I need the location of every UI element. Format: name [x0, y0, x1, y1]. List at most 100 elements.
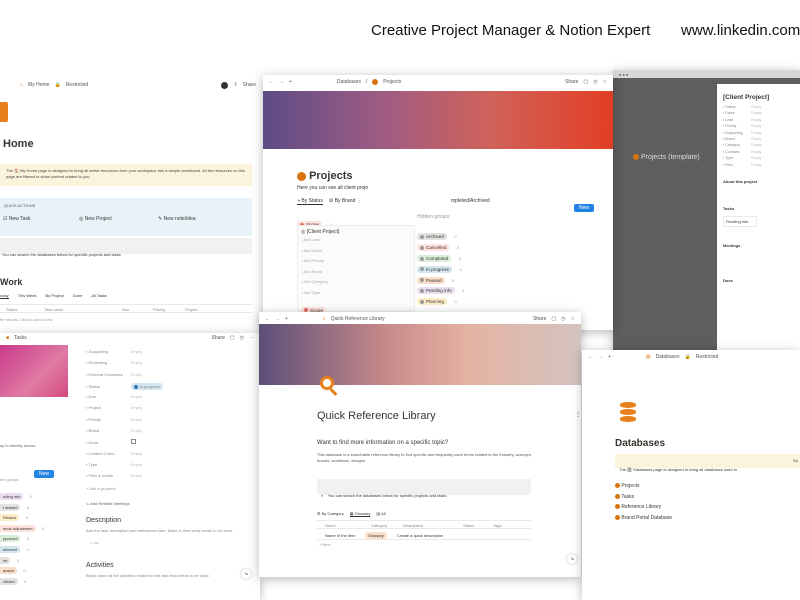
database-item[interactable]: Reference Library — [615, 504, 672, 515]
task-group-row[interactable]: elivered 0 — [0, 538, 44, 553]
col-category[interactable]: Category — [371, 523, 387, 528]
template-prop-row[interactable]: ▪ Files Empty — [723, 163, 794, 169]
avatar[interactable] — [221, 81, 229, 89]
comment-icon[interactable]: ▢ — [230, 335, 235, 341]
list-item[interactable]: • List — [90, 540, 99, 545]
task-prop-row[interactable]: ▪ Reviewing Empty — [86, 360, 256, 371]
breadcrumb-projects[interactable]: Projects — [383, 79, 401, 85]
tab-all[interactable]: ▤ All — [376, 511, 385, 517]
breadcrumb-restricted[interactable]: Restricted — [696, 354, 719, 360]
share-button[interactable]: Share — [565, 79, 578, 85]
action-new-project[interactable]: ◎ New Project — [79, 216, 112, 222]
col-name[interactable]: Name — [325, 523, 336, 528]
task-prop-row[interactable]: ▪ Files & media Empty — [86, 473, 256, 484]
database-item[interactable]: Tasks — [615, 494, 672, 505]
comment-icon[interactable]: ▢ — [583, 79, 588, 85]
task-group-row[interactable]: eeds Adjustment 0 — [0, 517, 44, 532]
tab-by-category[interactable]: ⚙ By Category — [317, 511, 344, 517]
action-new-task[interactable]: ☑ New Task — [3, 216, 30, 222]
hidden-group-row[interactable]: Completed 0 — [417, 247, 464, 262]
hidden-group-row[interactable]: In progress 0 — [417, 258, 464, 273]
forward-icon[interactable]: → — [275, 316, 280, 322]
clock-icon[interactable]: ◷ — [240, 335, 244, 341]
view-by-brand[interactable]: ⚙ By Brand ⋮ — [329, 198, 362, 205]
col-task-name[interactable]: Task name — [44, 307, 63, 312]
share-button[interactable]: Share — [533, 316, 546, 322]
tab-done[interactable]: Done — [73, 293, 83, 299]
more-icon[interactable]: ⋯ — [249, 335, 254, 341]
resize-icon[interactable]: ↘ — [241, 569, 251, 579]
clock-icon[interactable]: ◷ — [561, 316, 565, 322]
tab-by-project[interactable]: By Project — [46, 293, 64, 299]
task-prop-row[interactable]: ▪ Project Empty — [86, 405, 256, 416]
breadcrumb-databases[interactable]: Databases — [656, 354, 680, 360]
hidden-group-row[interactable]: Archived 0 — [417, 225, 464, 240]
library-search-box[interactable]: ⌕ You can search the databases below for… — [317, 479, 531, 498]
resize-icon[interactable]: ↘ — [567, 554, 577, 564]
action-new-note[interactable]: ✎ New note/idea — [158, 216, 196, 222]
tasks-new-button[interactable]: New — [34, 462, 55, 480]
hidden-group-row[interactable]: Pending info 0 — [417, 279, 464, 295]
card-prop[interactable]: ▫ Add Lead — [301, 235, 411, 246]
task-group-row[interactable]: t started 0 — [0, 496, 44, 511]
share-button[interactable]: Share — [212, 335, 225, 341]
task-prop-row[interactable]: ▪ Supporting Empty — [86, 349, 256, 360]
task-prop-row[interactable]: ▪ Type Empty — [86, 462, 256, 473]
add-icon[interactable]: + — [285, 316, 288, 322]
col-project[interactable]: Project — [185, 307, 197, 312]
task-prop-row[interactable]: ▪ External Contractor Empty — [86, 372, 256, 383]
col-due[interactable]: Due — [122, 307, 129, 312]
task-group-row[interactable]: Review 0 — [0, 506, 44, 522]
view-archived[interactable]: mpleted/Archived — [451, 198, 490, 204]
forward-icon[interactable]: → — [598, 354, 603, 360]
breadcrumb-tasks[interactable]: Tasks — [14, 335, 27, 341]
task-group-row[interactable]: nding info 0 — [0, 485, 44, 500]
col-status[interactable]: Status — [463, 523, 474, 528]
view-by-status[interactable]: ◑ By Status — [297, 198, 323, 205]
database-item[interactable]: Projects — [615, 483, 672, 494]
task-prop-row[interactable]: ▪ Due Empty — [86, 394, 256, 405]
card-prop[interactable]: ▫ Add Priority — [301, 256, 411, 267]
tab-all-tasks[interactable]: All Tasks — [91, 293, 107, 299]
project-card[interactable]: ◎ [Client Project] ▫ Add Lead ▫ Add Dates… — [297, 225, 415, 314]
task-group-row[interactable]: aused 0 — [0, 559, 44, 575]
breadcrumb-library[interactable]: Quick Reference Library — [331, 316, 385, 322]
card-prop[interactable]: ▫ Add Type — [301, 288, 411, 299]
card-prop[interactable]: ▫ Add Brand — [301, 267, 411, 278]
library-row[interactable]: Name of the item Glossary Create a quick… — [317, 531, 531, 540]
library-new-row[interactable]: + New — [319, 542, 330, 547]
forward-icon[interactable]: → — [279, 79, 284, 85]
add-icon[interactable]: + — [289, 79, 292, 85]
task-prop-row[interactable]: ▪ Status In progress — [86, 382, 256, 394]
add-property[interactable]: + Add a property — [86, 486, 115, 491]
share-button[interactable]: Share — [243, 82, 256, 88]
task-prop-row[interactable]: ▪ Brand Empty — [86, 428, 256, 439]
projects-new-button[interactable]: New — [574, 196, 595, 214]
star-icon[interactable]: ☆ — [603, 79, 607, 85]
task-prop-row[interactable]: ▪ Content Calen... Empty — [86, 451, 256, 462]
breadcrumb-restricted[interactable]: Restricted — [66, 82, 89, 88]
comment-icon[interactable]: ▢ — [551, 316, 556, 322]
card-prop[interactable]: ▫ Add Dates — [301, 246, 411, 257]
add-icon[interactable]: + — [608, 354, 611, 360]
work-filter-hint[interactable]: ter results. Click to add a new — [0, 317, 52, 322]
tab-this-week[interactable]: This Week — [18, 293, 37, 299]
task-prop-row[interactable]: ▪ Done — [86, 439, 256, 450]
clock-icon[interactable]: ◷ — [593, 79, 597, 85]
library-more[interactable]: ⋮ — [575, 411, 581, 418]
col-priority[interactable]: Priority — [153, 307, 165, 312]
col-tags[interactable]: Tags — [493, 523, 501, 528]
done-checkbox[interactable] — [130, 439, 136, 445]
task-prop-row[interactable]: ▪ Priority Empty — [86, 417, 256, 428]
back-icon[interactable]: ← — [269, 79, 274, 85]
back-icon[interactable]: ← — [588, 354, 593, 360]
col-description[interactable]: Description — [403, 523, 423, 528]
breadcrumb-home[interactable]: My Home — [28, 82, 49, 88]
col-status[interactable]: Status — [6, 307, 17, 312]
hidden-group-row[interactable]: Cancelled 0 — [417, 236, 464, 251]
related-meetings[interactable]: ↳ Add Related Meetings — [86, 501, 130, 506]
database-item[interactable]: Brand Portal Database — [615, 515, 672, 526]
banner-url[interactable]: www.linkedin.com/ — [681, 22, 800, 39]
card-prop[interactable]: ▫ Add Category — [301, 277, 411, 288]
star-icon[interactable]: ☆ — [571, 316, 575, 322]
